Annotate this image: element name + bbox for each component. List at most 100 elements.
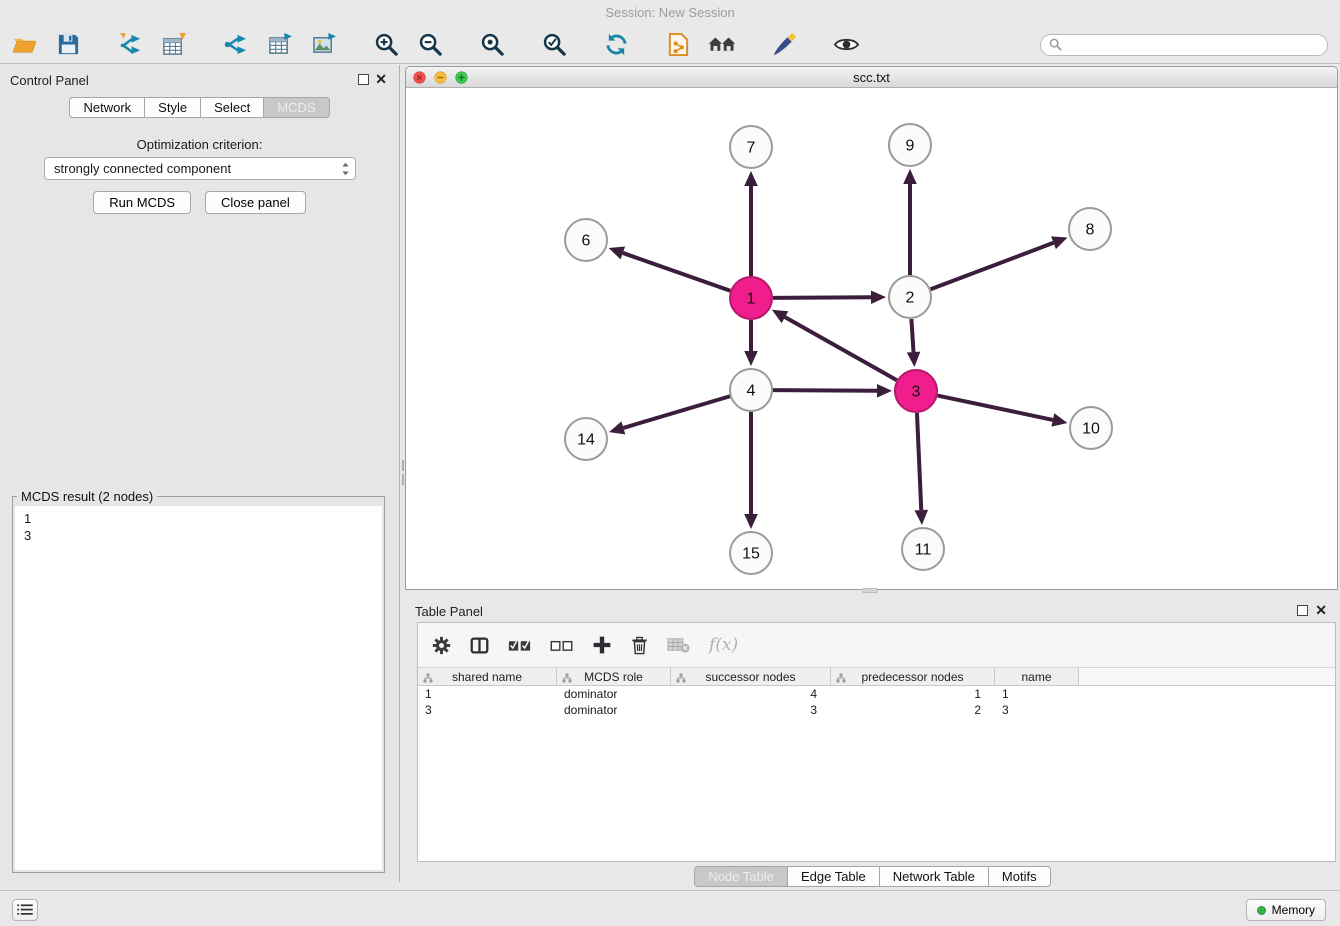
- export-image-icon[interactable]: [310, 31, 338, 59]
- graph-edge-2-3[interactable]: [911, 319, 913, 352]
- search-input[interactable]: [1040, 34, 1328, 56]
- show-columns-icon[interactable]: [470, 636, 489, 655]
- tab-node-table[interactable]: Node Table: [694, 866, 788, 887]
- control-panel-tabs: Network Style Select MCDS: [0, 97, 399, 118]
- table-cell-name[interactable]: 3: [995, 702, 1079, 718]
- table-cell-mcds_role[interactable]: dominator: [557, 686, 671, 702]
- select-all-columns-icon[interactable]: [508, 637, 531, 654]
- edge-arrowhead: [744, 514, 758, 529]
- column-header-mcds-role[interactable]: MCDS role: [557, 668, 671, 685]
- control-panel-title: Control Panel: [10, 73, 89, 88]
- deselect-all-columns-icon[interactable]: [550, 637, 573, 654]
- tab-mcds[interactable]: MCDS: [264, 97, 329, 118]
- zoom-fit-icon[interactable]: [478, 31, 506, 59]
- network-window-title: scc.txt: [406, 70, 1337, 85]
- graph-edge-3-10[interactable]: [938, 396, 1053, 420]
- delete-table-icon[interactable]: [667, 636, 690, 654]
- column-header-successor-nodes[interactable]: successor nodes: [671, 668, 831, 685]
- table-row[interactable]: 1dominator411: [418, 686, 1335, 702]
- mcds-result-line: 3: [24, 527, 373, 544]
- close-panel-button[interactable]: Close panel: [205, 191, 306, 214]
- open-folder-icon[interactable]: [10, 31, 38, 59]
- sort-icon: [676, 672, 686, 686]
- graph-node-label: 9: [906, 138, 915, 155]
- style-brush-icon[interactable]: [770, 31, 798, 59]
- sort-icon: [836, 672, 846, 686]
- table-cell-name[interactable]: 1: [995, 686, 1079, 702]
- table-cell-shared_name[interactable]: 3: [418, 702, 557, 718]
- tab-edge-table[interactable]: Edge Table: [788, 866, 880, 887]
- tab-motifs[interactable]: Motifs: [989, 866, 1051, 887]
- network-canvas-svg[interactable]: 7968124314101511: [406, 88, 1337, 589]
- graph-edge-3-11[interactable]: [917, 413, 921, 510]
- network-file-icon[interactable]: [664, 31, 692, 59]
- zoom-in-icon[interactable]: [372, 31, 400, 59]
- column-header-name[interactable]: name: [995, 668, 1079, 685]
- edge-arrowhead: [903, 169, 917, 184]
- delete-column-icon[interactable]: [631, 636, 648, 655]
- float-window-icon[interactable]: [1297, 605, 1308, 616]
- memory-label: Memory: [1272, 903, 1315, 917]
- table-cell-shared_name[interactable]: 1: [418, 686, 557, 702]
- graph-edge-4-3[interactable]: [773, 390, 877, 391]
- table-panel-title: Table Panel: [415, 604, 483, 619]
- graph-edge-1-2[interactable]: [773, 297, 871, 298]
- close-icon[interactable]: ✕: [1315, 602, 1327, 618]
- graph-node-label: 14: [577, 432, 595, 449]
- status-bar: Memory: [0, 890, 1340, 926]
- close-icon[interactable]: ✕: [375, 71, 387, 87]
- run-mcds-button[interactable]: Run MCDS: [93, 191, 191, 214]
- graph-node-label: 11: [915, 542, 932, 559]
- table-cell-predecessor[interactable]: 1: [831, 686, 995, 702]
- tab-style[interactable]: Style: [145, 97, 201, 118]
- tab-select[interactable]: Select: [201, 97, 264, 118]
- import-table-file-icon[interactable]: [160, 31, 188, 59]
- graph-node-label: 10: [1082, 421, 1100, 438]
- save-session-icon[interactable]: [54, 31, 82, 59]
- gear-icon[interactable]: [432, 636, 451, 655]
- table-cell-predecessor[interactable]: 2: [831, 702, 995, 718]
- tab-network[interactable]: Network: [69, 97, 145, 118]
- home-icon[interactable]: [708, 31, 736, 59]
- graph-edge-3-1[interactable]: [785, 317, 897, 380]
- memory-button[interactable]: Memory: [1246, 899, 1326, 921]
- import-network-file-icon[interactable]: [116, 31, 144, 59]
- zoom-selected-icon[interactable]: [540, 31, 568, 59]
- sort-icon: [562, 672, 572, 686]
- float-window-icon[interactable]: [358, 74, 369, 85]
- table-cell-successor[interactable]: 4: [671, 686, 831, 702]
- mcds-result-group: MCDS result (2 nodes) 1 3: [12, 489, 385, 873]
- graph-edge-4-14[interactable]: [623, 396, 730, 428]
- apply-layout-icon[interactable]: [602, 31, 630, 59]
- column-header-predecessor-nodes[interactable]: predecessor nodes: [831, 668, 995, 685]
- network-window-titlebar[interactable]: scc.txt: [406, 67, 1337, 88]
- add-column-icon[interactable]: [592, 635, 612, 655]
- eye-icon[interactable]: [832, 31, 860, 59]
- criterion-select[interactable]: strongly connected component: [44, 157, 356, 180]
- table-cell-successor[interactable]: 3: [671, 702, 831, 718]
- table-row[interactable]: 3dominator323: [418, 702, 1335, 718]
- function-builder-icon[interactable]: f(x): [709, 635, 738, 655]
- list-icon: [17, 904, 33, 916]
- graph-edge-1-6[interactable]: [623, 253, 730, 291]
- optimization-criterion-label: Optimization criterion:: [0, 137, 399, 152]
- mcds-result-list[interactable]: 1 3: [15, 506, 382, 870]
- criterion-selected-value: strongly connected component: [54, 161, 231, 176]
- memory-status-dot: [1257, 906, 1266, 915]
- edge-arrowhead: [609, 421, 625, 434]
- graph-edge-2-8[interactable]: [931, 243, 1054, 289]
- column-header-shared-name[interactable]: shared name: [418, 668, 557, 685]
- horizontal-splitter-handle[interactable]: [862, 588, 878, 593]
- export-network-icon[interactable]: [222, 31, 250, 59]
- window-titlebar: Session: New Session: [0, 0, 1340, 26]
- edge-arrowhead: [609, 247, 625, 260]
- graph-node-label: 1: [747, 291, 756, 308]
- export-table-icon[interactable]: [266, 31, 294, 59]
- sort-icon: [423, 672, 433, 686]
- graph-node-label: 6: [582, 233, 591, 250]
- zoom-out-icon[interactable]: [416, 31, 444, 59]
- table-header-row: shared name MCDS role successor nodes pr…: [418, 667, 1335, 686]
- table-cell-mcds_role[interactable]: dominator: [557, 702, 671, 718]
- task-history-button[interactable]: [12, 899, 38, 921]
- tab-network-table[interactable]: Network Table: [880, 866, 989, 887]
